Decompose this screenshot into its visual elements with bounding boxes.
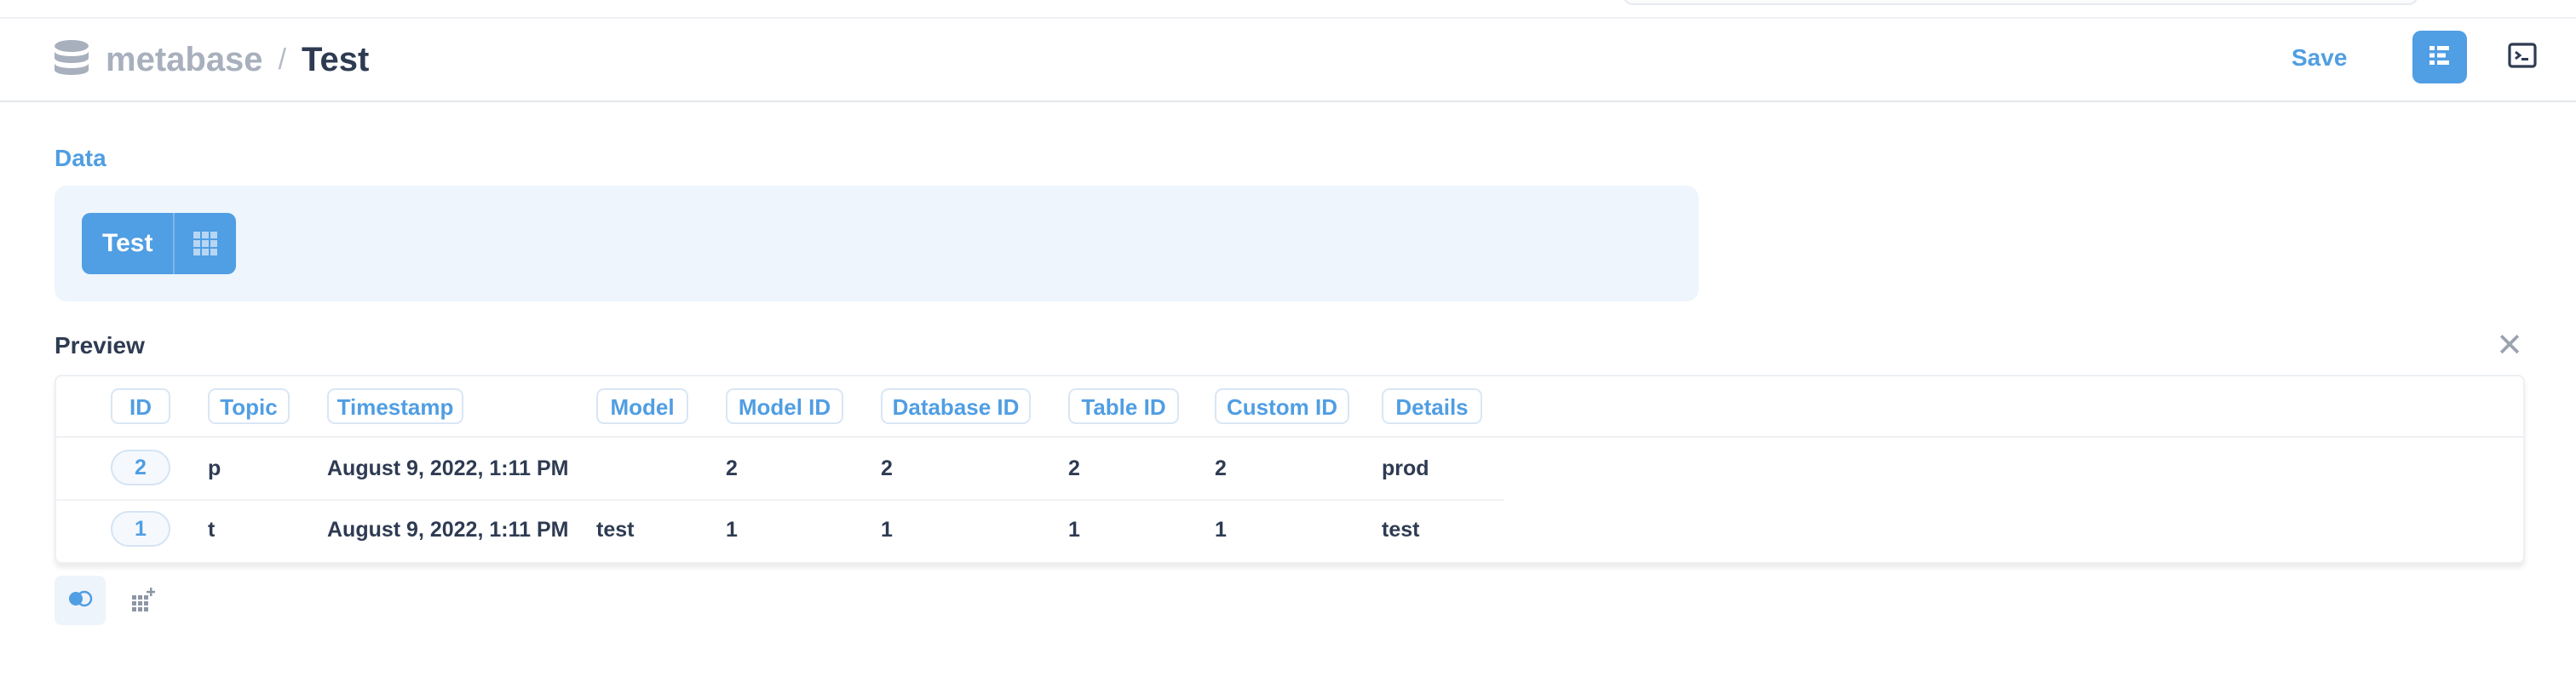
cell-custom-id: 2 [1215,456,1227,480]
table-row: 1 t August 9, 2022, 1:11 PM test 1 1 1 1… [56,499,1504,560]
cell-timestamp: August 9, 2022, 1:11 PM [327,456,569,480]
question-title[interactable]: Test [302,41,369,79]
console-icon [2508,42,2537,72]
data-source-name[interactable]: Test [82,213,175,274]
cell-details: prod [1382,456,1429,480]
add-column-icon [130,587,156,617]
preview-section-label: Preview [55,332,145,359]
breadcrumb: metabase / Test [106,36,369,83]
column-header-timestamp[interactable]: Timestamp [327,388,463,424]
column-header-id[interactable]: ID [111,388,170,424]
cell-table-id: 1 [1068,518,1080,542]
notebook-editor-icon [2428,43,2452,72]
column-header-details[interactable]: Details [1382,388,1482,424]
query-header: metabase / Test Save [0,19,2576,102]
cell-model: test [596,518,635,542]
column-header-table-id[interactable]: Table ID [1068,388,1179,424]
console-button[interactable] [2499,34,2545,80]
add-column-button[interactable] [126,584,160,618]
database-icon [53,39,90,78]
notebook-editor-button[interactable] [2412,31,2467,83]
preview-table: ID Topic Timestamp Model Model ID Databa… [55,375,2525,564]
cell-table-id: 2 [1068,456,1080,480]
data-source-box: Test [55,186,1699,301]
cell-details: test [1382,518,1420,542]
breadcrumb-database[interactable]: metabase [106,41,263,79]
data-source-pill[interactable]: Test [82,213,237,274]
top-strip [0,0,2576,19]
table-header: ID Topic Timestamp Model Model ID Databa… [56,376,2523,438]
close-icon[interactable]: ✕ [2494,330,2525,362]
row-id-pill[interactable]: 2 [111,450,170,485]
row-id-pill[interactable]: 1 [111,511,170,547]
cell-topic: p [208,456,221,480]
toggle-button[interactable] [55,576,106,625]
cell-topic: t [208,518,216,542]
grid-icon[interactable] [175,213,236,274]
cell-model-id: 1 [726,518,738,542]
save-button[interactable]: Save [2291,41,2347,75]
cell-database-id: 2 [881,456,893,480]
column-header-model[interactable]: Model [596,388,688,424]
toggle-icon [67,590,93,611]
breadcrumb-separator: / [278,43,287,76]
data-section-label: Data [55,145,106,171]
column-header-custom-id[interactable]: Custom ID [1215,388,1349,424]
cell-database-id: 1 [881,518,893,542]
cell-timestamp: August 9, 2022, 1:11 PM [327,518,569,542]
column-header-database-id[interactable]: Database ID [881,388,1031,424]
search-bar[interactable] [1623,0,2418,5]
cell-model-id: 2 [726,456,738,480]
column-header-topic[interactable]: Topic [208,388,290,424]
column-header-model-id[interactable]: Model ID [726,388,843,424]
cell-custom-id: 1 [1215,518,1227,542]
table-row: 2 p August 9, 2022, 1:11 PM 2 2 2 2 prod [56,438,1504,501]
